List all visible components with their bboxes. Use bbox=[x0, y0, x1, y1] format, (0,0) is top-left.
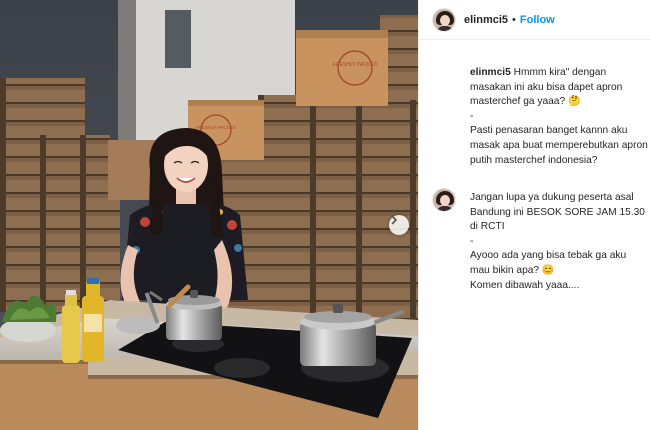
box-label-1: FRESHLY PACKED bbox=[333, 62, 378, 68]
follow-button[interactable]: Follow bbox=[520, 14, 555, 26]
separator-dot: • bbox=[512, 13, 516, 26]
caption: elinmci5 Hmmm kira" dengan masakan ini a… bbox=[432, 56, 648, 176]
comment-text: Jangan lupa ya dukung peserta asal Bandu… bbox=[470, 192, 645, 291]
post-header: elinmci5 • Follow bbox=[419, 0, 650, 40]
post-media[interactable]: FRESHLY PACKED FRESHLY PACKED bbox=[0, 0, 418, 430]
caption-username[interactable]: elinmci5 bbox=[470, 67, 511, 78]
chevron-right-icon bbox=[391, 215, 397, 225]
box-label-2: FRESHLY PACKED bbox=[196, 125, 237, 130]
caption-body: Hmmm kira" dengan masakan ini aku bisa d… bbox=[470, 67, 648, 166]
cardboard-box-top: FRESHLY PACKED bbox=[296, 30, 388, 106]
post-sidebar: elinmci5 • Follow elinmci5 Hmmm kira" de… bbox=[418, 0, 650, 430]
next-media-button[interactable] bbox=[389, 215, 409, 235]
caption-text: elinmci5 Hmmm kira" dengan masakan ini a… bbox=[470, 66, 648, 168]
post-photo: FRESHLY PACKED FRESHLY PACKED bbox=[0, 0, 418, 430]
comment: Jangan lupa ya dukung peserta asal Bandu… bbox=[432, 188, 647, 291]
post-username[interactable]: elinmci5 bbox=[464, 14, 508, 26]
avatar[interactable] bbox=[432, 7, 456, 32]
comment-avatar[interactable] bbox=[432, 188, 456, 212]
